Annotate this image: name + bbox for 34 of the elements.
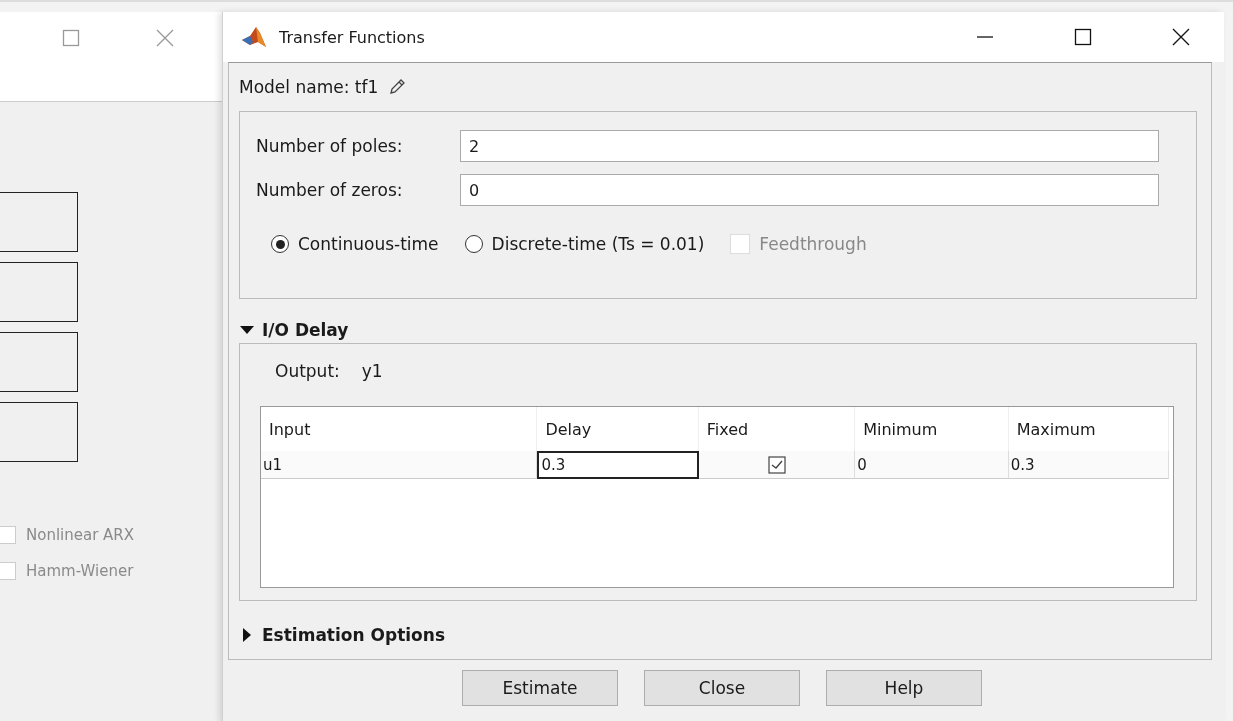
- field-label: Number of poles:: [256, 136, 404, 156]
- maximize-icon: [1074, 28, 1092, 46]
- pencil-icon[interactable]: [388, 78, 407, 96]
- radio-button[interactable]: Continuous-time: [271, 234, 439, 254]
- model-type-button[interactable]: [0, 262, 78, 322]
- window-title: Transfer Functions: [279, 27, 426, 47]
- dialog-button[interactable]: Help: [826, 670, 982, 706]
- output-label: Output:: [275, 361, 340, 381]
- checkbox-label: Hamm-Wiener: [26, 562, 134, 580]
- section-toggle[interactable]: I/O Delay: [239, 317, 349, 343]
- model-name: Model name: tf1: [239, 77, 379, 97]
- table-cell: 0.3: [1008, 451, 1169, 479]
- model-type-button[interactable]: [0, 192, 78, 252]
- cell-editor[interactable]: 0.3: [537, 451, 699, 479]
- minimize-icon: [976, 36, 994, 38]
- checkbox-label: Nonlinear ARX: [26, 526, 135, 544]
- checked-checkbox-icon[interactable]: [768, 455, 787, 474]
- model-type-button[interactable]: [0, 332, 78, 392]
- close-icon: [156, 29, 174, 47]
- section-toggle[interactable]: Estimation Options: [239, 625, 445, 645]
- maximize-icon: [62, 29, 80, 47]
- input-field[interactable]: 0: [460, 174, 1159, 206]
- field-label: Number of zeros:: [256, 180, 404, 200]
- table-cell: u1: [261, 451, 538, 479]
- close-icon: [1172, 28, 1190, 46]
- input-field[interactable]: 2: [460, 130, 1159, 162]
- checkbox-label: Feedthrough: [759, 234, 867, 254]
- dialog-button[interactable]: Close: [644, 670, 800, 706]
- table-cell: 0: [855, 451, 1009, 479]
- output-value: y1: [361, 361, 383, 381]
- matlab-logo-icon: [241, 25, 267, 49]
- radio-button[interactable]: Discrete-time (Ts = 0.01): [464, 234, 705, 254]
- model-type-button[interactable]: [0, 402, 78, 462]
- dialog-button[interactable]: Estimate: [462, 670, 618, 706]
